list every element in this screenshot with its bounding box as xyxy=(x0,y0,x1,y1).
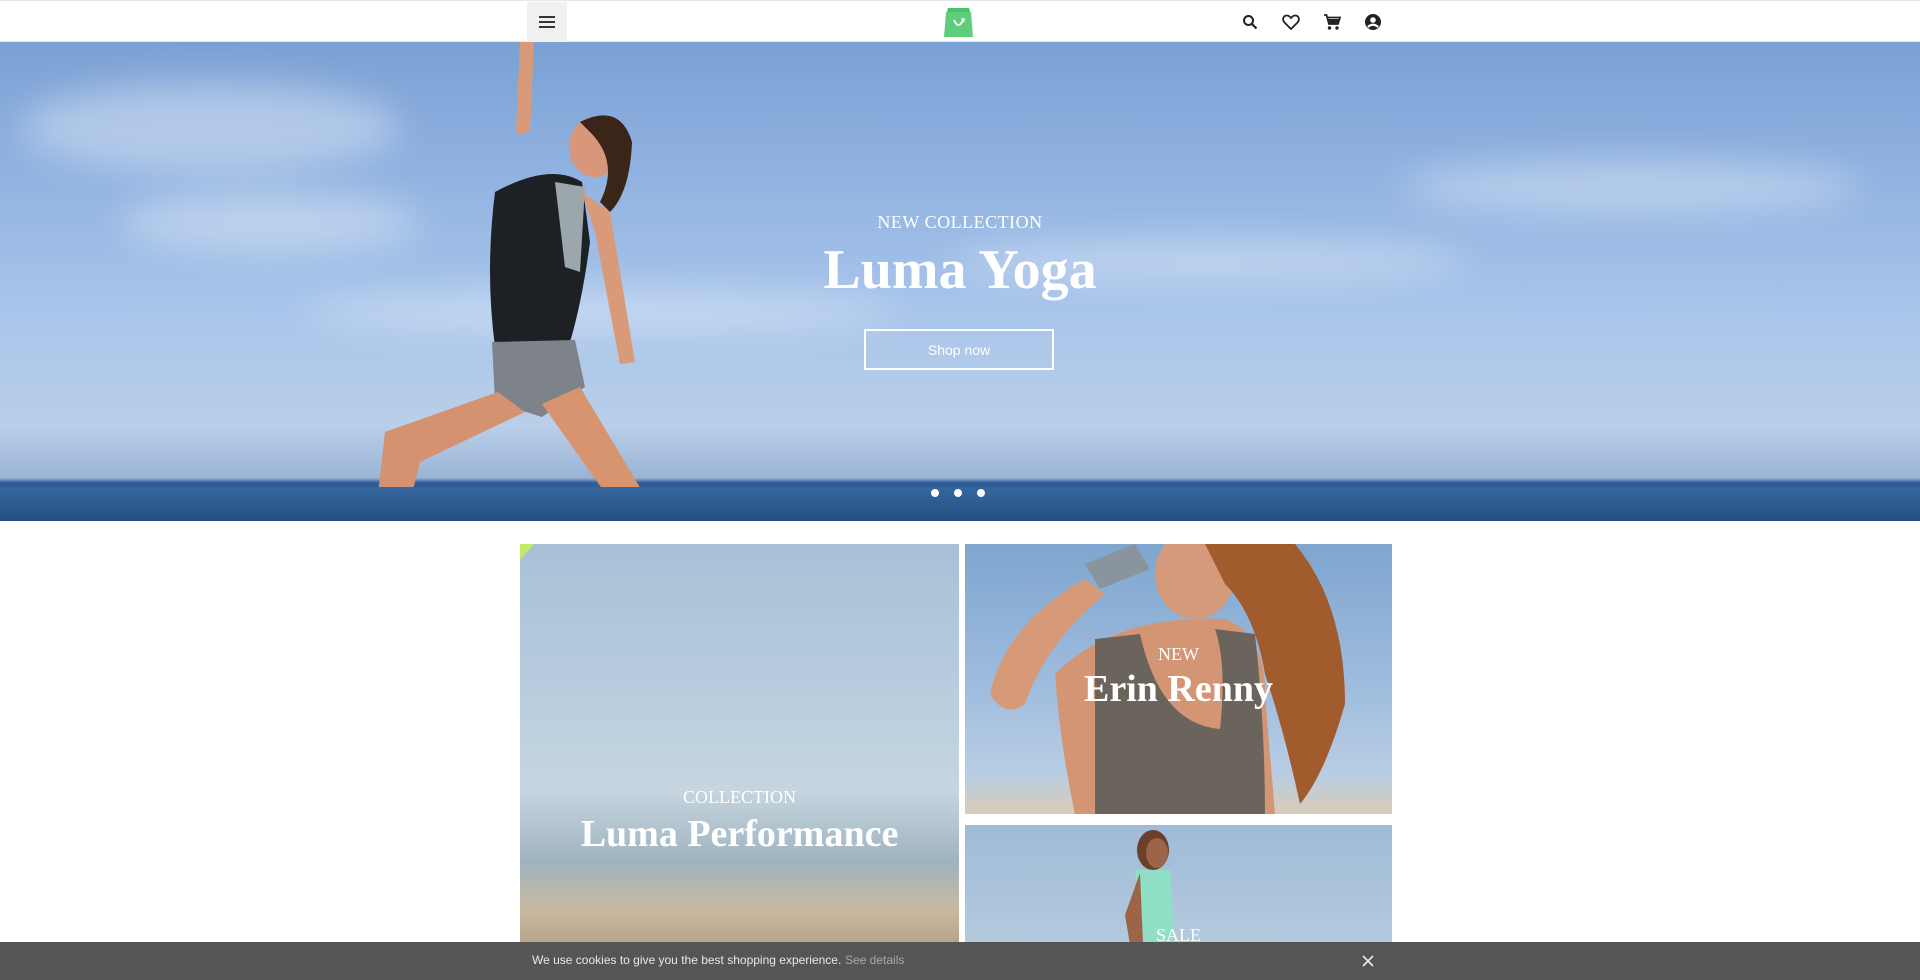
close-icon xyxy=(1362,955,1374,967)
search-button[interactable] xyxy=(1239,11,1261,33)
hero-subtitle: NEW COLLECTION xyxy=(877,212,1043,232)
tile-erin-renny[interactable]: NEW Erin Renny xyxy=(965,544,1392,814)
carousel-dot-1[interactable] xyxy=(931,489,939,497)
tile-subtitle: COLLECTION xyxy=(683,787,796,807)
tile-luma-performance[interactable]: COLLECTION Luma Performance xyxy=(520,544,959,942)
account-button[interactable] xyxy=(1362,11,1384,33)
carousel-dots xyxy=(931,489,985,497)
tile-subtitle: NEW xyxy=(1158,644,1199,664)
tile-title: Luma Performance xyxy=(580,813,899,855)
see-details-link[interactable]: See details xyxy=(845,953,904,967)
search-icon xyxy=(1243,15,1258,30)
hamburger-icon xyxy=(539,16,555,28)
wishlist-button[interactable] xyxy=(1280,11,1302,33)
cookie-close-button[interactable] xyxy=(1358,951,1378,971)
shop-now-button[interactable]: Shop now xyxy=(864,329,1054,370)
cookie-bar: We use cookies to give you the best shop… xyxy=(0,942,1920,980)
store-logo[interactable] xyxy=(943,6,974,38)
cookie-message: We use cookies to give you the best shop… xyxy=(532,953,842,967)
yoga-model-image xyxy=(375,42,660,521)
hero-title: Luma Yoga xyxy=(823,239,1097,301)
tile-title: Erin Renny xyxy=(1084,668,1273,710)
cart-icon xyxy=(1324,14,1341,30)
account-icon xyxy=(1365,14,1381,30)
shopping-bag-logo-icon xyxy=(944,8,973,37)
carousel-dot-3[interactable] xyxy=(977,489,985,497)
tile-sale[interactable]: SALE xyxy=(965,825,1392,945)
corner-accent xyxy=(520,544,534,560)
carousel-dot-2[interactable] xyxy=(954,489,962,497)
hero-banner[interactable]: NEW COLLECTION Luma Yoga Shop now xyxy=(0,42,1920,521)
menu-button[interactable] xyxy=(527,2,567,42)
heart-icon xyxy=(1282,14,1300,30)
cart-button[interactable] xyxy=(1321,11,1343,33)
top-header xyxy=(0,0,1920,42)
